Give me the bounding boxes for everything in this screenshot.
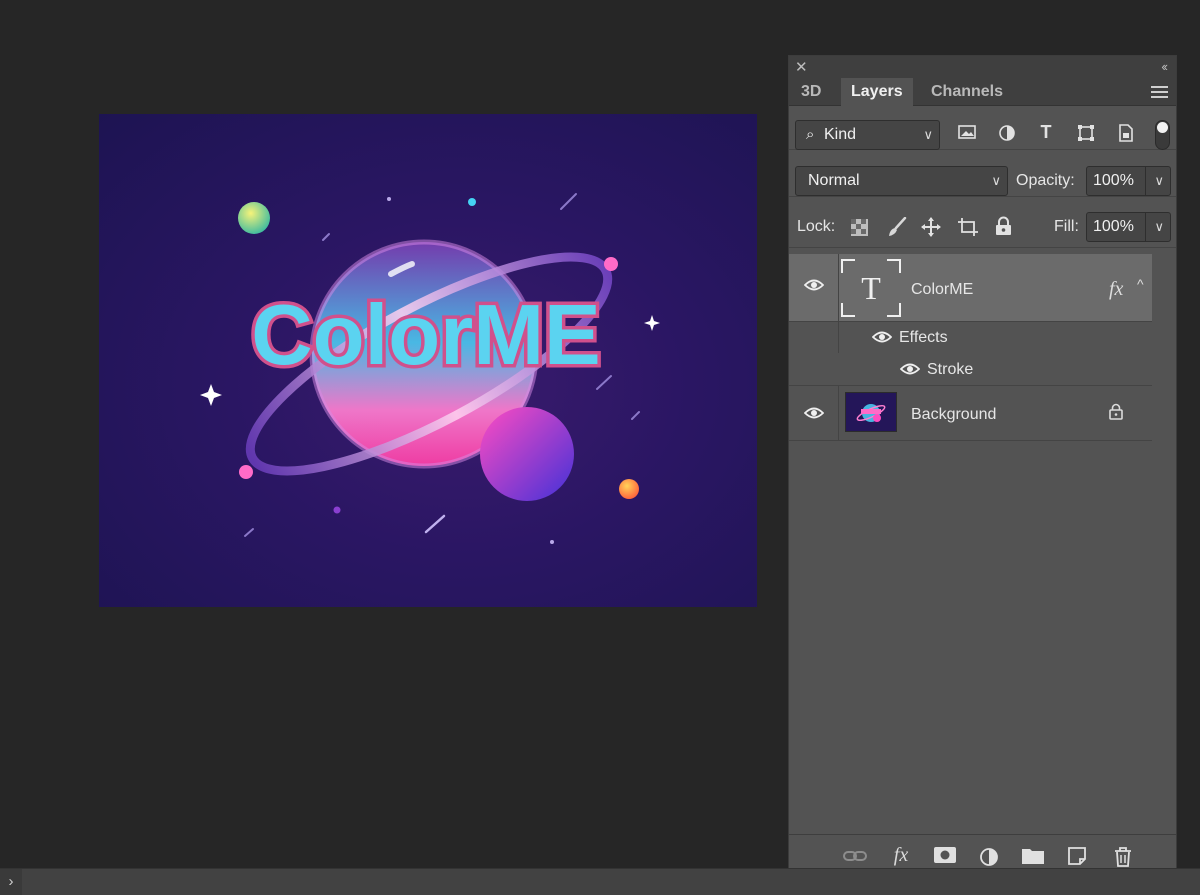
add-mask-icon[interactable]	[932, 847, 958, 868]
tab-3d[interactable]: 3D	[791, 78, 831, 106]
lock-transparent-icon[interactable]	[851, 219, 868, 241]
shape-filter-icon[interactable]	[1075, 124, 1097, 147]
lock-icon	[1109, 403, 1123, 425]
new-group-folder-icon[interactable]	[1020, 847, 1046, 869]
layer-row-colorme[interactable]: T ColorME fx ^	[789, 254, 1152, 322]
lock-label: Lock:	[797, 218, 836, 235]
eye-icon[interactable]	[871, 330, 893, 348]
moon-planet	[480, 407, 574, 501]
lock-all-icon[interactable]	[995, 216, 1012, 241]
eye-icon[interactable]	[899, 362, 921, 380]
type-filter-icon[interactable]: T	[1035, 122, 1057, 143]
layers-panel: ✕ ‹‹ 3D Layers Channels ⌕ Kind ∨ T Norma…	[788, 55, 1177, 890]
filter-row: ⌕ Kind ∨ T	[789, 106, 1176, 150]
blend-mode-value: Normal	[808, 172, 860, 189]
add-layer-style-icon[interactable]: fx	[888, 844, 914, 867]
pixel-layer-filter-icon[interactable]	[956, 124, 978, 145]
stroke-effect-label: Stroke	[927, 361, 974, 378]
lock-artboard-icon[interactable]	[957, 217, 979, 242]
document-canvas[interactable]: ColorME	[99, 114, 757, 607]
layer-name[interactable]: ColorME	[911, 281, 973, 299]
orange-planet	[619, 479, 639, 499]
link-layers-icon[interactable]	[842, 847, 868, 868]
panel-titlebar: ✕ ‹‹	[789, 56, 1176, 78]
lock-move-icon[interactable]	[921, 217, 941, 242]
expand-chevron-icon[interactable]: ›	[0, 869, 22, 895]
filter-toggle-switch[interactable]	[1155, 120, 1170, 150]
fx-badge[interactable]: fx	[1109, 278, 1123, 301]
artwork: ColorME	[200, 193, 660, 544]
blend-row: Normal ∨ Opacity: 100% ∨	[789, 151, 1176, 197]
opacity-field[interactable]: 100% ∨	[1086, 166, 1171, 196]
fill-label: Fill:	[1054, 218, 1079, 235]
adjustment-filter-icon[interactable]	[996, 124, 1018, 147]
close-icon[interactable]: ✕	[795, 58, 808, 76]
art-title-text: ColorME	[251, 288, 600, 383]
yellow-planet	[238, 202, 270, 234]
lock-row: Lock: Fill: 100% ∨	[789, 198, 1176, 248]
smart-object-filter-icon[interactable]	[1115, 124, 1137, 147]
collapse-icon[interactable]: ‹‹	[1161, 59, 1168, 74]
new-layer-icon[interactable]	[1064, 847, 1090, 870]
text-layer-thumbnail-icon: T	[841, 259, 901, 317]
eye-icon[interactable]	[803, 278, 825, 296]
svg-text:T: T	[861, 270, 881, 306]
kind-filter-dropdown[interactable]: ⌕ Kind ∨	[795, 120, 940, 150]
chevron-down-icon: ∨	[991, 173, 1001, 188]
fill-field[interactable]: 100% ∨	[1086, 212, 1171, 242]
panel-tabs: 3D Layers Channels	[789, 78, 1176, 106]
layer-row-background[interactable]: Background	[789, 386, 1152, 441]
eye-icon[interactable]	[803, 406, 825, 424]
effects-label: Effects	[899, 329, 948, 346]
layer-name[interactable]: Background	[911, 406, 996, 424]
layer-stroke-effect-row[interactable]: Stroke	[789, 353, 1152, 386]
chevron-down-icon: ∨	[923, 127, 933, 142]
kind-filter-label: Kind	[824, 126, 857, 143]
chevron-down-icon[interactable]: ∨	[1154, 219, 1164, 235]
tab-channels[interactable]: Channels	[921, 78, 1013, 106]
opacity-label: Opacity:	[1016, 172, 1075, 189]
panel-menu-icon[interactable]	[1151, 86, 1168, 98]
search-icon: ⌕	[806, 126, 815, 143]
status-bar: ›	[0, 868, 1200, 895]
background-layer-thumbnail	[845, 392, 897, 432]
opacity-value: 100%	[1093, 172, 1134, 189]
lock-brush-icon[interactable]	[887, 216, 907, 242]
fill-value: 100%	[1093, 218, 1134, 235]
tab-layers[interactable]: Layers	[841, 78, 913, 106]
chevron-up-icon[interactable]: ^	[1137, 276, 1144, 292]
blend-mode-dropdown[interactable]: Normal ∨	[795, 166, 1008, 196]
chevron-down-icon[interactable]: ∨	[1154, 173, 1164, 189]
layer-effects-row[interactable]: Effects	[789, 322, 1152, 384]
